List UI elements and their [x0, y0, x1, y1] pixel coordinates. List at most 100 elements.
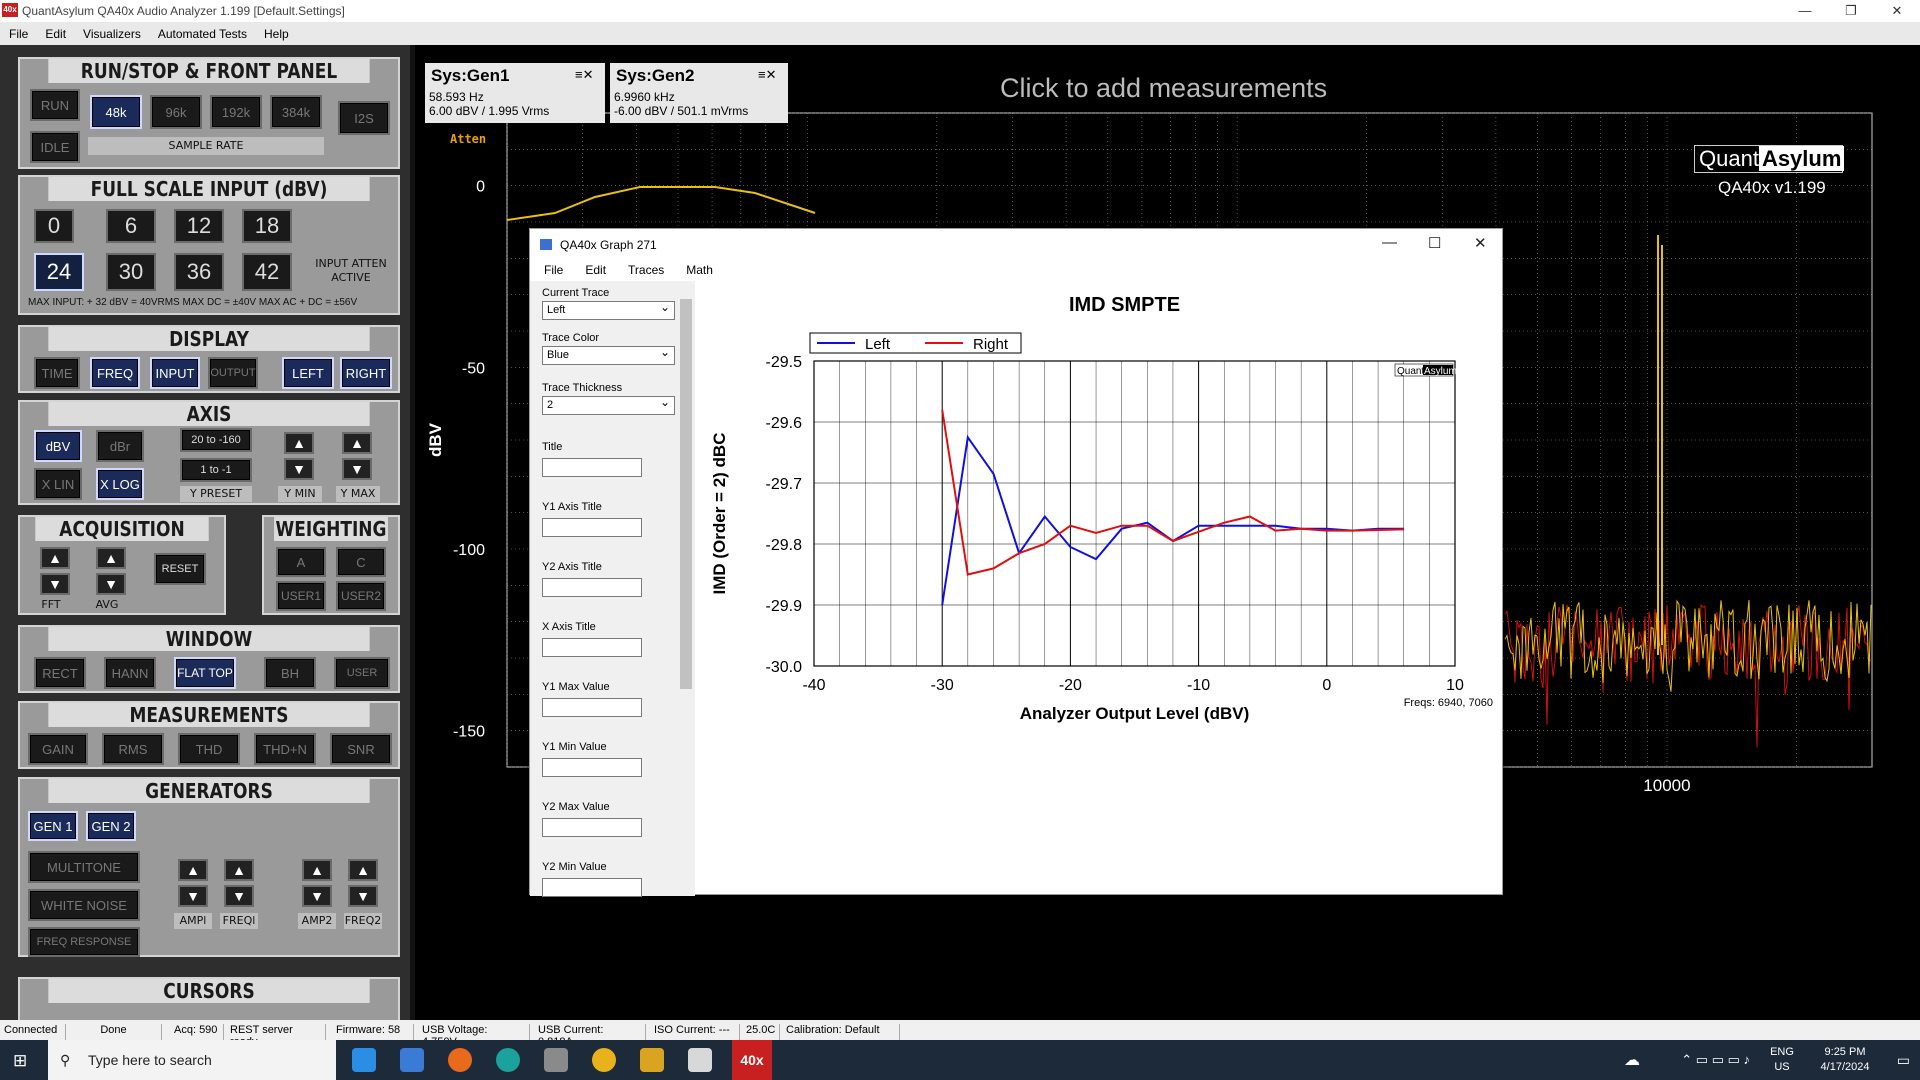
preset-1-1-button[interactable]: 1 to -1: [180, 458, 252, 482]
gen1-measurement[interactable]: Sys:Gen1 ≡✕ 58.593 Hz 6.00 dBV / 1.995 V…: [425, 63, 605, 123]
amp2-up-button[interactable]: ▲: [302, 859, 332, 881]
freq2-down-button[interactable]: ▼: [348, 885, 378, 907]
gen1-button[interactable]: GEN 1: [28, 811, 78, 841]
input-button[interactable]: INPUT: [150, 357, 200, 389]
fs-12-button[interactable]: 12: [174, 209, 224, 243]
title-field[interactable]: [542, 458, 642, 477]
rate-192k-button[interactable]: 192k: [210, 95, 262, 129]
app-icon-5[interactable]: [544, 1048, 568, 1072]
hann-button[interactable]: HANN: [104, 657, 156, 689]
idle-button[interactable]: IDLE: [30, 131, 80, 163]
flat-top-button[interactable]: FLAT TOP: [174, 657, 236, 689]
gain-button[interactable]: GAIN: [28, 733, 88, 765]
language-indicator[interactable]: ENG US: [1762, 1046, 1802, 1073]
y2-max-field[interactable]: [542, 818, 642, 837]
taskbar-search[interactable]: ⚲ Type here to search: [48, 1040, 336, 1080]
edge-icon[interactable]: [352, 1048, 376, 1072]
ymin-down-button[interactable]: ▼: [284, 458, 314, 480]
multitone-button[interactable]: MULTITONE: [28, 851, 140, 883]
close-button[interactable]: ✕: [1874, 0, 1920, 22]
restore-button[interactable]: ❐: [1828, 0, 1874, 22]
weight-user1-button[interactable]: USER1: [276, 581, 326, 611]
right-button[interactable]: RIGHT: [340, 357, 392, 389]
freq-response-button[interactable]: FREQ RESPONSE: [28, 927, 140, 957]
fs-42-button[interactable]: 42: [242, 253, 292, 291]
tray-icons[interactable]: ⌃ ▭ ▭ ▭ ♪: [1681, 1052, 1750, 1068]
file-explorer-icon[interactable]: [640, 1048, 664, 1072]
freq1-down-button[interactable]: ▼: [224, 885, 254, 907]
y1-title-field[interactable]: [542, 518, 642, 537]
bh-button[interactable]: BH: [264, 657, 316, 689]
preset-20-160-button[interactable]: 20 to -160: [180, 428, 252, 452]
fs-0-button[interactable]: 0: [34, 209, 74, 243]
freq-button[interactable]: FREQ: [90, 357, 140, 389]
app-icon-8[interactable]: [688, 1048, 712, 1072]
add-measurements-prompt[interactable]: Click to add measurements: [1000, 73, 1327, 104]
gen2-menu-icon[interactable]: ≡✕: [758, 67, 776, 83]
gen2-measurement[interactable]: Sys:Gen2 ≡✕ 6.9960 kHz -6.00 dBV / 501.1…: [610, 63, 788, 123]
y2-min-field[interactable]: [542, 878, 642, 897]
run-button[interactable]: RUN: [30, 89, 80, 121]
trace-color-select[interactable]: Blue: [542, 345, 675, 365]
freq2-up-button[interactable]: ▲: [348, 859, 378, 881]
windows-start-icon[interactable]: ⊞: [13, 1051, 27, 1071]
graph-minimize-button[interactable]: —: [1382, 234, 1397, 251]
ampl1-up-button[interactable]: ▲: [178, 859, 208, 881]
fs-36-button[interactable]: 36: [174, 253, 224, 291]
weight-a-button[interactable]: A: [276, 547, 326, 577]
sidebar-scrollbar[interactable]: [677, 281, 695, 896]
snr-button[interactable]: SNR: [330, 733, 392, 765]
firefox-icon[interactable]: [448, 1048, 472, 1072]
rate-384k-button[interactable]: 384k: [270, 95, 322, 129]
y1-min-field[interactable]: [542, 758, 642, 777]
chrome-icon[interactable]: [592, 1048, 616, 1072]
rate-96k-button[interactable]: 96k: [150, 95, 202, 129]
graph-close-button[interactable]: ✕: [1474, 234, 1487, 252]
clock[interactable]: 9:25 PM 4/17/2024: [1810, 1046, 1880, 1073]
store-icon[interactable]: [400, 1048, 424, 1072]
fs-30-button[interactable]: 30: [106, 253, 156, 291]
notification-icon[interactable]: ▭: [1897, 1052, 1910, 1069]
left-button[interactable]: LEFT: [282, 357, 334, 389]
amp2-down-button[interactable]: ▼: [302, 885, 332, 907]
avg-down-button[interactable]: ▼: [96, 573, 126, 595]
menu-visualizers[interactable]: Visualizers: [74, 22, 149, 41]
y2-title-field[interactable]: [542, 578, 642, 597]
ampl1-down-button[interactable]: ▼: [178, 885, 208, 907]
reset-button[interactable]: RESET: [154, 553, 206, 585]
sidebar-scroll-thumb[interactable]: [680, 299, 692, 689]
freq1-up-button[interactable]: ▲: [224, 859, 254, 881]
user-window-button[interactable]: USER: [334, 657, 390, 689]
weather-icon[interactable]: ☁: [1624, 1050, 1640, 1070]
fft-up-button[interactable]: ▲: [40, 547, 70, 569]
gen2-button[interactable]: GEN 2: [86, 811, 136, 841]
xlog-button[interactable]: X LOG: [96, 468, 144, 500]
xlin-button[interactable]: X LIN: [34, 468, 82, 500]
qa40x-taskbar-icon[interactable]: 40x: [732, 1040, 772, 1080]
ymin-up-button[interactable]: ▲: [284, 432, 314, 454]
y1-max-field[interactable]: [542, 698, 642, 717]
menu-file[interactable]: File: [0, 22, 36, 41]
trace-thickness-select[interactable]: 2: [542, 395, 675, 415]
minimize-button[interactable]: —: [1782, 0, 1828, 22]
weight-c-button[interactable]: C: [336, 547, 386, 577]
graph-menu-file[interactable]: File: [530, 259, 571, 277]
rate-48k-button[interactable]: 48k: [90, 95, 142, 129]
fs-6-button[interactable]: 6: [106, 209, 156, 243]
graph-menu-math[interactable]: Math: [672, 259, 721, 277]
graph-menu-traces[interactable]: Traces: [614, 259, 672, 277]
fs-18-button[interactable]: 18: [242, 209, 292, 243]
dbr-button[interactable]: dBr: [96, 430, 144, 462]
rect-button[interactable]: RECT: [34, 657, 86, 689]
menu-automated-tests[interactable]: Automated Tests: [149, 22, 255, 41]
ymax-up-button[interactable]: ▲: [342, 432, 372, 454]
menu-help[interactable]: Help: [255, 22, 297, 41]
current-trace-select[interactable]: Left: [542, 300, 675, 320]
thdn-button[interactable]: THD+N: [254, 733, 316, 765]
gen1-menu-icon[interactable]: ≡✕: [575, 67, 593, 83]
white-noise-button[interactable]: WHITE NOISE: [28, 889, 140, 921]
fs-24-button[interactable]: 24: [34, 253, 84, 291]
dbv-button[interactable]: dBV: [34, 430, 82, 462]
fft-down-button[interactable]: ▼: [40, 573, 70, 595]
i2s-button[interactable]: I2S: [338, 101, 390, 135]
